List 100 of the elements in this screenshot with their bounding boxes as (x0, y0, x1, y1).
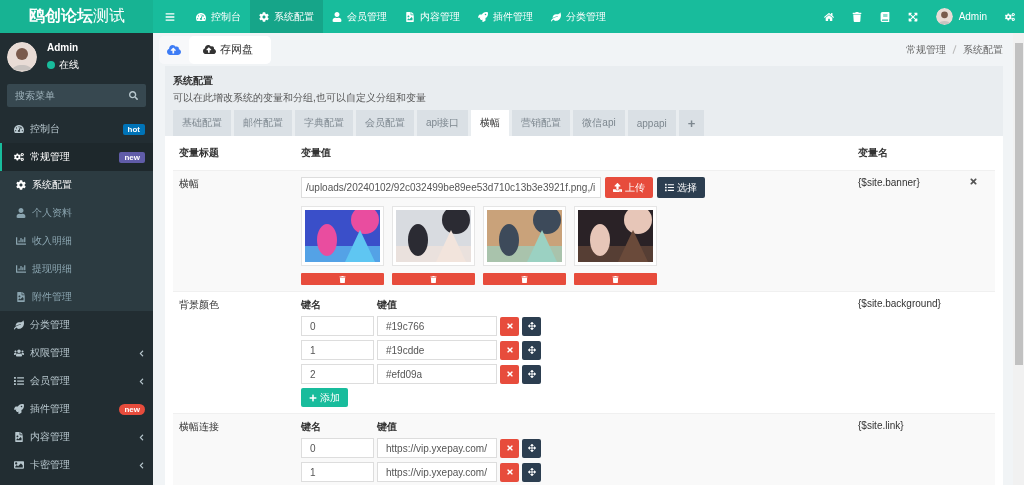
config-tab[interactable]: appapi (627, 110, 676, 136)
remove-button[interactable] (500, 316, 519, 336)
rocket-icon (14, 404, 24, 414)
key-header: 键名 (301, 421, 321, 432)
variable-name: {$site.link} (858, 420, 904, 431)
config-tab[interactable]: 微信api (573, 110, 625, 136)
sidebar-item[interactable]: 会员管理 (0, 367, 153, 395)
close-icon (505, 346, 514, 354)
config-tab[interactable]: 邮件配置 (234, 110, 292, 136)
dashboard-icon (14, 124, 24, 134)
menu-badge: hot (122, 123, 145, 135)
key-field[interactable]: 1 (301, 462, 374, 482)
close-icon[interactable] (969, 177, 978, 186)
sidebar-item[interactable]: 卡密管理 (0, 451, 153, 479)
variable-name: {$site.banner} (858, 177, 920, 188)
column-header: 变量标题 (179, 147, 219, 158)
value-header: 键值 (377, 299, 397, 310)
close-icon (505, 444, 514, 452)
config-tab[interactable]: api接口 (417, 110, 469, 136)
submenu-item[interactable]: 收入明细 (0, 227, 153, 255)
gears-icon (14, 152, 24, 162)
variable-name: {$site.background} (858, 298, 941, 309)
sidebar-item[interactable]: 权限管理 (0, 339, 153, 367)
rocket-icon (478, 11, 488, 22)
remove-button[interactable] (500, 340, 519, 360)
breadcrumb-item: 系统配置 (963, 42, 1003, 57)
submenu-item[interactable]: 提现明细 (0, 255, 153, 283)
plus-icon (309, 393, 317, 402)
delete-image-button[interactable] (483, 273, 566, 285)
delete-image-button[interactable] (574, 273, 657, 285)
sidebar-item[interactable]: 内容管理 (0, 423, 153, 451)
drag-button[interactable] (522, 462, 541, 482)
submenu-item[interactable]: 个人资料 (0, 199, 153, 227)
bar-chart-icon (16, 236, 26, 246)
cloud-upload-icon (203, 43, 216, 56)
list-icon (665, 183, 674, 192)
sidebar-item[interactable]: 常规管理 new (0, 143, 153, 171)
sidebar-item[interactable]: 插件管理 new (0, 395, 153, 423)
submenu-item[interactable]: 附件管理 (0, 283, 153, 311)
value-field[interactable]: #19c766 (377, 316, 497, 336)
path-field[interactable]: /uploads/20240102/92c032499be89ee53d710c13b3e3921f.png,/i (301, 177, 601, 198)
config-tab[interactable]: 营销配置 (512, 110, 571, 136)
drag-button[interactable] (522, 364, 541, 384)
menu-badge: new (119, 151, 145, 163)
remove-button[interactable] (500, 462, 519, 482)
breadcrumb-item[interactable]: 常规管理 (906, 42, 946, 57)
search-field[interactable]: 搜索菜单 (7, 84, 146, 107)
close-icon (505, 370, 514, 378)
sidebar-item[interactable]: 控制台 hot (0, 115, 153, 143)
move-icon (527, 468, 536, 476)
upload-icon (613, 183, 622, 192)
delete-image-button[interactable] (301, 273, 384, 285)
drag-button[interactable] (522, 340, 541, 360)
move-icon (527, 370, 536, 378)
drag-button[interactable] (522, 316, 541, 336)
value-field[interactable]: #efd09a (377, 364, 497, 384)
file-image-icon (405, 11, 415, 22)
nav-tab[interactable]: 系统配置 (250, 0, 323, 33)
file-image-icon (16, 292, 26, 302)
gear-icon (16, 180, 26, 190)
value-field[interactable]: https://vip.yxepay.com/ (377, 462, 497, 482)
variable-title: 横幅 (179, 178, 199, 189)
drag-button[interactable] (522, 438, 541, 458)
config-tab[interactable]: 会员配置 (356, 110, 414, 136)
key-field[interactable]: 0 (301, 316, 374, 336)
key-field[interactable]: 2 (301, 364, 374, 384)
move-icon (527, 444, 536, 452)
users-icon (14, 348, 24, 358)
trash-icon (521, 275, 528, 283)
leaf-icon (551, 11, 561, 22)
dashboard-icon (196, 11, 206, 22)
list-icon (14, 376, 24, 386)
delete-image-button[interactable] (392, 273, 475, 285)
close-icon (505, 468, 514, 476)
config-tab[interactable]: 基础配置 (173, 110, 231, 136)
avatar (7, 41, 37, 72)
move-icon (527, 346, 536, 354)
user-icon (332, 11, 342, 22)
key-field[interactable]: 0 (301, 438, 374, 458)
close-icon (505, 322, 514, 330)
panel-title: 系统配置 (173, 74, 214, 88)
key-header: 键名 (301, 299, 321, 310)
leaf-icon (14, 320, 24, 330)
config-tab[interactable]: 字典配置 (295, 110, 353, 136)
search-icon (129, 91, 138, 100)
trash-icon (430, 275, 437, 283)
choose-button[interactable]: 选择 (657, 177, 705, 198)
value-field[interactable]: https://vip.yxepay.com/ (377, 438, 497, 458)
remove-button[interactable] (500, 364, 519, 384)
sidebar-item[interactable]: 分类管理 (0, 311, 153, 339)
submenu-item[interactable]: 系统配置 (0, 171, 153, 199)
value-header: 键值 (377, 421, 397, 432)
remove-button[interactable] (500, 438, 519, 458)
menu-badge: new (119, 403, 145, 415)
key-field[interactable]: 1 (301, 340, 374, 360)
upload-button[interactable]: 上传 (605, 177, 653, 198)
config-tab[interactable]: 横幅 (471, 110, 510, 136)
cloud-save-button[interactable]: 存网盘 (189, 35, 271, 64)
scrollbar[interactable] (1013, 33, 1024, 485)
value-field[interactable]: #19cdde (377, 340, 497, 360)
